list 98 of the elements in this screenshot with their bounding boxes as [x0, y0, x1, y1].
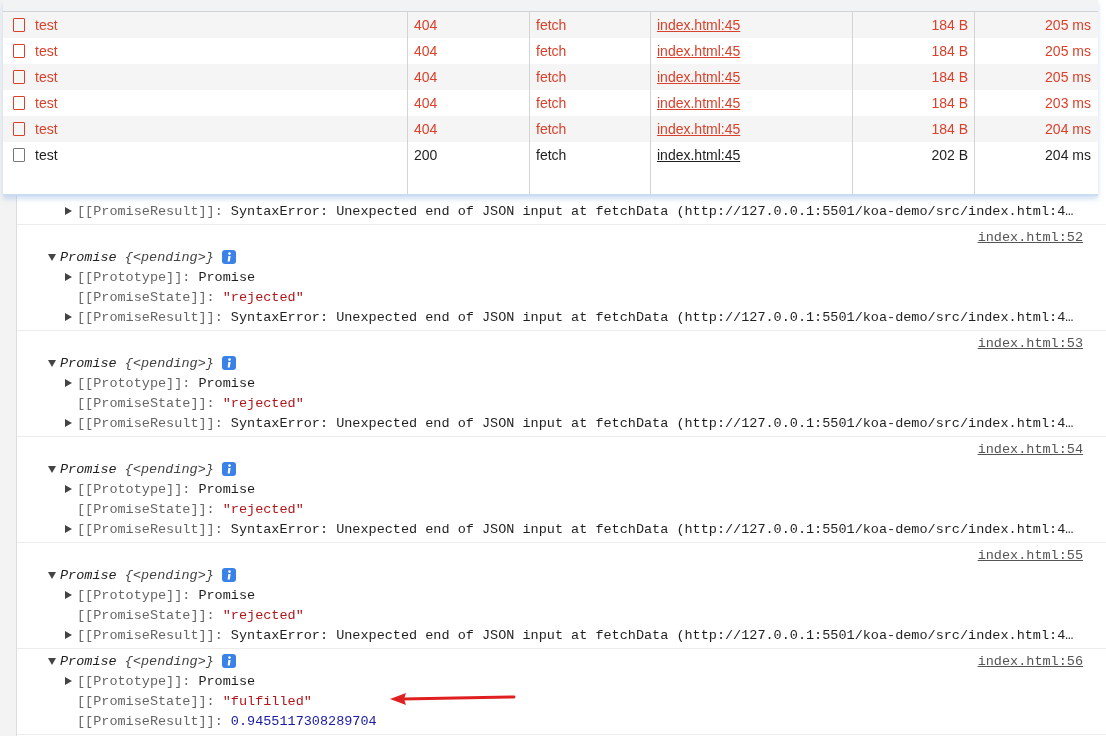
object-summary[interactable]: Promise {<pending>}: [60, 461, 214, 477]
caret-icon[interactable]: [48, 657, 56, 665]
request-name[interactable]: test: [35, 69, 58, 85]
property-key: [[Prototype]]:: [77, 587, 191, 603]
property-key: [[PromiseState]]:: [77, 607, 215, 623]
property-value: SyntaxError: Unexpected end of JSON input at fetchData (http://127.0.0.1:5501/koa-demo/src/index.html:4…: [230, 309, 1074, 325]
property-value: Promise: [198, 481, 256, 497]
request-type: fetch: [536, 95, 567, 111]
caret-icon[interactable]: [65, 419, 72, 427]
caret-icon[interactable]: [65, 313, 72, 321]
request-name[interactable]: test: [35, 95, 58, 111]
source-link[interactable]: index.html:56: [977, 653, 1083, 669]
request-name[interactable]: test: [35, 147, 58, 163]
request-type: fetch: [536, 147, 567, 163]
caret-icon[interactable]: [65, 273, 72, 281]
caret-icon[interactable]: [65, 379, 72, 387]
property-value: SyntaxError: Unexpected end of JSON input at fetchData (http://127.0.0.1:5501/koa-demo/src/index.html:4…: [230, 415, 1074, 431]
object-summary[interactable]: Promise {<pending>}: [60, 249, 214, 265]
object-summary[interactable]: Promise {<pending>}: [60, 355, 214, 371]
initiator-link[interactable]: index.html:45: [657, 95, 741, 111]
caret-icon[interactable]: [65, 591, 72, 599]
object-summary[interactable]: Promise {<pending>}: [60, 567, 214, 583]
size-value: 184 B: [931, 17, 968, 33]
time-value: 205 ms: [1045, 43, 1091, 59]
caret-icon[interactable]: [48, 465, 56, 473]
request-name[interactable]: test: [35, 43, 58, 59]
request-name[interactable]: test: [35, 121, 58, 137]
caret-icon[interactable]: [65, 631, 72, 639]
caret-icon[interactable]: [48, 359, 56, 367]
property-key: [[PromiseResult]]:: [77, 627, 223, 643]
request-name[interactable]: test: [35, 17, 58, 33]
status-code: 404: [414, 17, 438, 33]
property-value: "fulfilled": [222, 693, 312, 709]
time-value: 204 ms: [1045, 121, 1091, 137]
caret-icon[interactable]: [65, 207, 72, 215]
property-value: Promise: [198, 269, 256, 285]
property-value: "rejected": [222, 501, 304, 517]
caret-icon[interactable]: [48, 571, 56, 579]
caret-icon[interactable]: [65, 485, 72, 493]
caret-icon[interactable]: [48, 253, 56, 261]
size-value: 202 B: [931, 147, 968, 163]
property-key: [[PromiseState]]:: [77, 289, 215, 305]
info-icon[interactable]: [221, 356, 236, 370]
property-key: [[PromiseResult]]:: [77, 713, 223, 729]
initiator-link[interactable]: index.html:45: [657, 147, 741, 163]
source-link[interactable]: index.html:54: [977, 441, 1083, 457]
property-value: Promise: [198, 375, 256, 391]
status-code: 404: [414, 121, 438, 137]
status-code: 200: [414, 147, 438, 163]
property-key: [[PromiseState]]:: [77, 501, 215, 517]
property-value: SyntaxError: Unexpected end of JSON input at fetchData (http://127.0.0.1:5501/koa-demo/src/index.html:4…: [230, 521, 1074, 537]
request-type: fetch: [536, 69, 567, 85]
status-code: 404: [414, 69, 438, 85]
caret-icon[interactable]: [65, 525, 72, 533]
initiator-link[interactable]: index.html:45: [657, 17, 741, 33]
time-value: 204 ms: [1045, 147, 1091, 163]
property-value: "rejected": [222, 607, 304, 623]
property-key: [[PromiseResult]]:: [77, 203, 223, 219]
info-icon[interactable]: [221, 568, 236, 582]
size-value: 184 B: [931, 69, 968, 85]
source-link[interactable]: index.html:53: [977, 335, 1083, 351]
size-value: 184 B: [931, 121, 968, 137]
caret-icon[interactable]: [65, 677, 72, 685]
request-type: fetch: [536, 17, 567, 33]
initiator-link[interactable]: index.html:45: [657, 43, 741, 59]
property-value: "rejected": [222, 395, 304, 411]
time-value: 205 ms: [1045, 69, 1091, 85]
property-value: "rejected": [222, 289, 304, 305]
size-value: 184 B: [931, 95, 968, 111]
time-value: 203 ms: [1045, 95, 1091, 111]
request-type: fetch: [536, 43, 567, 59]
status-code: 404: [414, 43, 438, 59]
property-key: [[PromiseResult]]:: [77, 521, 223, 537]
property-key: [[PromiseState]]:: [77, 395, 215, 411]
source-link[interactable]: index.html:55: [977, 547, 1083, 563]
property-value: Promise: [198, 587, 256, 603]
size-value: 184 B: [931, 43, 968, 59]
property-key: [[PromiseResult]]:: [77, 415, 223, 431]
object-summary[interactable]: Promise {<pending>}: [60, 653, 214, 669]
property-value: SyntaxError: Unexpected end of JSON input at fetchData (http://127.0.0.1:5501/koa-demo/src/index.html:4…: [230, 627, 1074, 643]
property-value: SyntaxError: Unexpected end of JSON input at fetchData (http://127.0.0.1:5501/koa-demo/src/index.html:4…: [230, 203, 1074, 219]
property-key: [[Prototype]]:: [77, 673, 191, 689]
property-value: Promise: [198, 673, 256, 689]
initiator-link[interactable]: index.html:45: [657, 69, 741, 85]
property-key: [[PromiseState]]:: [77, 693, 215, 709]
info-icon[interactable]: [221, 654, 236, 668]
request-type: fetch: [536, 121, 567, 137]
property-key: [[Prototype]]:: [77, 375, 191, 391]
initiator-link[interactable]: index.html:45: [657, 121, 741, 137]
property-key: [[Prototype]]:: [77, 269, 191, 285]
info-icon[interactable]: [221, 250, 236, 264]
status-code: 404: [414, 95, 438, 111]
property-value: 0.9455117308289704: [230, 713, 377, 729]
time-value: 205 ms: [1045, 17, 1091, 33]
property-key: [[Prototype]]:: [77, 481, 191, 497]
source-link[interactable]: index.html:52: [977, 229, 1083, 245]
property-key: [[PromiseResult]]:: [77, 309, 223, 325]
info-icon[interactable]: [221, 462, 236, 476]
